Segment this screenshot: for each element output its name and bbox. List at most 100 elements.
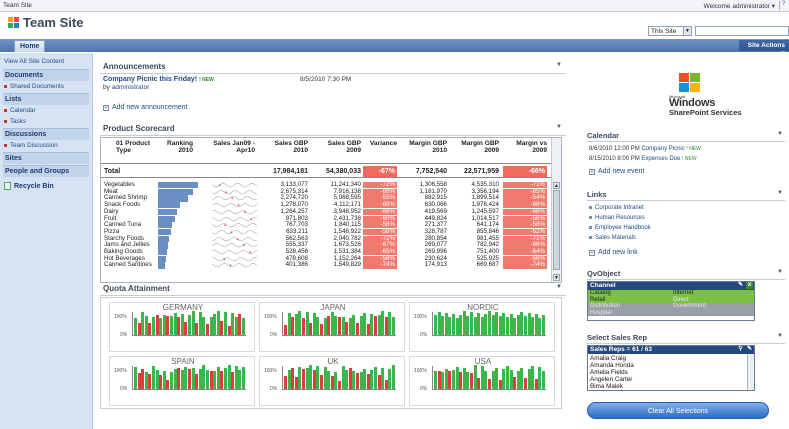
quota-bar[interactable] bbox=[495, 368, 499, 389]
quota-bar[interactable] bbox=[484, 314, 488, 335]
quota-bar[interactable] bbox=[356, 323, 359, 335]
quota-bar[interactable] bbox=[448, 371, 452, 389]
quota-bar[interactable] bbox=[388, 368, 392, 389]
quota-bar[interactable] bbox=[188, 314, 191, 335]
quota-bar[interactable] bbox=[209, 370, 213, 389]
recycle-bin-link[interactable]: Recycle Bin bbox=[0, 179, 92, 193]
col-sales-gbp-2009[interactable]: Sales GBP 2009 bbox=[313, 140, 361, 154]
quota-bar[interactable] bbox=[302, 318, 305, 335]
quota-bar[interactable] bbox=[377, 314, 381, 335]
quota-bar[interactable] bbox=[384, 380, 388, 389]
quota-bar[interactable] bbox=[524, 316, 527, 335]
quota-bar[interactable] bbox=[506, 317, 509, 335]
quota-bar[interactable] bbox=[506, 366, 509, 389]
quota-bar[interactable] bbox=[392, 316, 395, 335]
quota-bar[interactable] bbox=[470, 373, 473, 389]
quota-bar[interactable] bbox=[516, 315, 520, 335]
link-item[interactable]: Sales Materials bbox=[589, 235, 636, 241]
quota-bar[interactable] bbox=[356, 373, 359, 389]
quota-bar[interactable] bbox=[452, 369, 455, 389]
scroll-up-icon[interactable]: ▲ bbox=[553, 182, 560, 189]
quota-bar[interactable] bbox=[238, 370, 242, 389]
add-event-link[interactable]: + Add new event bbox=[589, 168, 644, 175]
quota-bar[interactable] bbox=[502, 369, 506, 389]
clear-all-selections-button[interactable]: Clear All Selections bbox=[587, 402, 769, 419]
tab-home[interactable]: Home bbox=[14, 40, 46, 52]
chevron-down-icon[interactable]: ▼ bbox=[556, 124, 562, 130]
quota-bar[interactable] bbox=[384, 316, 388, 335]
quota-bar[interactable] bbox=[170, 371, 173, 389]
quota-bar[interactable] bbox=[381, 367, 385, 389]
quota-bar[interactable] bbox=[155, 315, 159, 335]
quota-bar[interactable] bbox=[173, 312, 177, 335]
quota-bar[interactable] bbox=[170, 315, 173, 335]
quota-bar[interactable] bbox=[312, 313, 316, 335]
scorecard-scrollbar[interactable]: ▲ ▼ bbox=[551, 138, 561, 282]
quota-chart[interactable]: UK 100% 0% bbox=[259, 356, 405, 406]
nav-heading-lists[interactable]: Lists bbox=[3, 93, 89, 105]
quota-bar[interactable] bbox=[359, 315, 363, 335]
col-variance[interactable]: Variance bbox=[363, 140, 397, 147]
quota-bar[interactable] bbox=[213, 314, 217, 335]
site-actions-menu[interactable]: Site Actions ▾ bbox=[739, 40, 789, 57]
quota-bar[interactable] bbox=[455, 366, 459, 389]
quota-bar[interactable] bbox=[477, 378, 481, 389]
quota-bar[interactable] bbox=[198, 312, 202, 335]
quota-bar[interactable] bbox=[312, 369, 316, 389]
quota-bar[interactable] bbox=[509, 370, 513, 389]
nav-heading-sites[interactable]: Sites bbox=[3, 152, 89, 164]
quota-bar[interactable] bbox=[488, 311, 491, 335]
excel-icon[interactable]: x bbox=[746, 282, 753, 289]
sales-rep-option[interactable]: Amalia Craig bbox=[590, 355, 626, 362]
quota-bar[interactable] bbox=[213, 370, 217, 389]
quota-bar[interactable] bbox=[462, 367, 466, 389]
quota-bar[interactable] bbox=[323, 318, 327, 335]
quota-bar[interactable] bbox=[473, 316, 477, 335]
welcome-menu[interactable]: Welcome administrator ▾ bbox=[704, 2, 775, 10]
quota-chart[interactable]: GERMANY 100% 0% bbox=[109, 302, 255, 352]
add-announcement-link[interactable]: + Add new announcement bbox=[103, 104, 188, 111]
link-item[interactable]: Corporate Intranet bbox=[589, 205, 644, 211]
quota-bar[interactable] bbox=[287, 313, 291, 335]
col-sales-trend[interactable]: Sales Jan09 - Apr10 bbox=[197, 140, 255, 154]
sales-rep-option[interactable]: Amanda Honda bbox=[590, 362, 634, 369]
quota-bar[interactable] bbox=[484, 370, 488, 389]
quota-bar[interactable] bbox=[238, 313, 242, 335]
quota-bar[interactable] bbox=[152, 317, 155, 335]
quota-bar[interactable] bbox=[538, 366, 542, 389]
quota-bar[interactable] bbox=[437, 311, 441, 335]
quota-bar[interactable] bbox=[320, 324, 323, 335]
quota-bar[interactable] bbox=[323, 367, 327, 389]
quota-heading[interactable]: Quota Attainment bbox=[103, 284, 170, 293]
sales-rep-option[interactable]: Bima Malek bbox=[590, 383, 623, 390]
quota-bar[interactable] bbox=[327, 371, 331, 389]
quota-bar[interactable] bbox=[434, 314, 437, 335]
quota-bar[interactable] bbox=[352, 371, 356, 389]
quota-bar[interactable] bbox=[488, 379, 491, 389]
quota-bar[interactable] bbox=[177, 317, 181, 335]
nav-heading-documents[interactable]: Documents bbox=[3, 69, 89, 81]
event-link[interactable]: Company Picnic bbox=[641, 146, 684, 152]
quota-bar[interactable] bbox=[455, 317, 459, 335]
quota-bar[interactable] bbox=[441, 315, 445, 335]
quota-bar[interactable] bbox=[216, 367, 220, 389]
chevron-down-icon[interactable]: ▼ bbox=[777, 333, 783, 339]
quota-bar[interactable] bbox=[502, 313, 506, 335]
quota-bar[interactable] bbox=[366, 374, 370, 389]
quota-bar[interactable] bbox=[531, 365, 535, 389]
quota-bar[interactable] bbox=[234, 317, 238, 335]
chevron-down-icon[interactable]: ▼ bbox=[777, 269, 783, 275]
quota-bar[interactable] bbox=[513, 318, 517, 335]
quota-chart[interactable]: JAPAN 100% 0% bbox=[259, 302, 405, 352]
quota-bar[interactable] bbox=[542, 371, 545, 389]
qvobject-heading[interactable]: QvObject bbox=[587, 269, 620, 278]
quota-bar[interactable] bbox=[509, 314, 513, 335]
quota-bar[interactable] bbox=[227, 326, 231, 335]
calendar-heading[interactable]: Calendar bbox=[587, 131, 619, 140]
quota-bar[interactable] bbox=[538, 317, 542, 335]
quota-bar[interactable] bbox=[180, 313, 184, 335]
quota-bar[interactable] bbox=[527, 369, 531, 389]
quota-bar[interactable] bbox=[298, 367, 302, 389]
chevron-down-icon[interactable]: ▼ bbox=[556, 284, 562, 290]
quota-bar[interactable] bbox=[184, 322, 188, 335]
